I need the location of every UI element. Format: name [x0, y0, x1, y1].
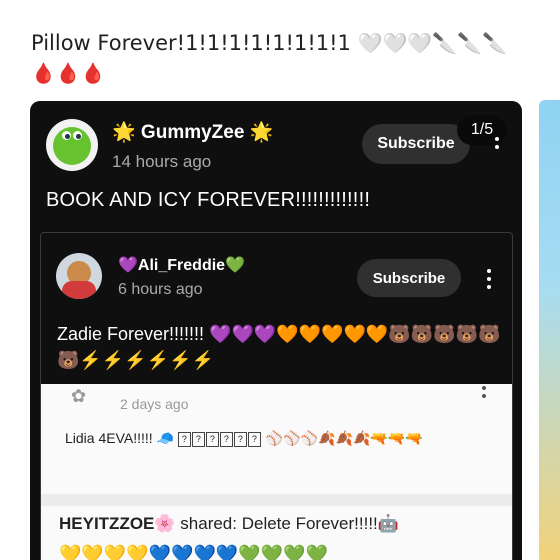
more-options-icon[interactable]: [484, 267, 494, 291]
post-time: 6 hours ago: [118, 281, 203, 298]
shared-emojis: 💛💛💛💛💙💙💙💙💚💚💚💚: [59, 544, 328, 560]
post-emojis-line2: 🩸🩸🩸: [31, 61, 106, 85]
quoted-post[interactable]: ✿ 2 days ago Lidia 4EVA!!!!! 🧢 ?????? ⚾⚾…: [41, 384, 512, 494]
channel-name[interactable]: 🌟 GummyZee 🌟: [112, 120, 273, 144]
post-emojis-line1: 🤍🤍🤍🔪🔪🔪: [357, 31, 508, 55]
next-card-edge[interactable]: [539, 100, 560, 560]
quoted-avatar-icon[interactable]: ✿: [71, 386, 93, 408]
channel-avatar[interactable]: [56, 253, 102, 299]
channel-name[interactable]: 💜Ali_Freddie💚: [118, 255, 245, 275]
quoted-body: Lidia 4EVA!!!!! 🧢 ?????? ⚾⚾⚾🍂🍂🍂🔫🔫🔫: [65, 430, 423, 447]
post-body: Zadie Forever!!!!!!! 💜💜💜🧡🧡🧡🧡🧡🐻🐻🐻🐻🐻🐻⚡⚡⚡⚡⚡…: [57, 324, 501, 370]
shared-text: HEYITZZOE🌸 shared: Delete Forever!!!!!🤖: [59, 514, 399, 533]
embedded-post[interactable]: 💜Ali_Freddie💚 6 hours ago Subscribe Zadi…: [40, 232, 513, 560]
more-options-icon[interactable]: [479, 384, 489, 404]
post-time: 14 hours ago: [112, 152, 212, 171]
feed-page: Pillow Forever!1!1!1!1!1!1!1!1 🤍🤍🤍🔪🔪🔪 🩸🩸…: [0, 0, 560, 560]
more-options-icon[interactable]: [492, 135, 502, 159]
post-time: 2 days ago: [120, 396, 189, 412]
quoted-text-suffix: ⚾⚾⚾🍂🍂🍂🔫🔫🔫: [265, 430, 423, 446]
quoted-text-prefix: Lidia 4EVA!!!!! 🧢: [65, 430, 174, 446]
post-text: Pillow Forever!1!1!1!1!1!1!1!1: [31, 31, 351, 55]
subscribe-button[interactable]: Subscribe: [362, 124, 470, 164]
channel-avatar[interactable]: [46, 119, 98, 171]
shared-post-card[interactable]: 🌟 GummyZee 🌟 14 hours ago Subscribe 1/5 …: [30, 101, 522, 560]
shared-author[interactable]: HEYITZZOE🌸: [59, 514, 176, 533]
post-body: BOOK AND ICY FOREVER!!!!!!!!!!!!!: [46, 189, 371, 211]
divider: [41, 494, 512, 506]
post-text-block: Pillow Forever!1!1!1!1!1!1!1!1 🤍🤍🤍🔪🔪🔪 🩸🩸…: [31, 28, 531, 88]
subscribe-button[interactable]: Subscribe: [357, 259, 461, 297]
shared-post[interactable]: HEYITZZOE🌸 shared: Delete Forever!!!!!🤖 …: [41, 506, 512, 560]
